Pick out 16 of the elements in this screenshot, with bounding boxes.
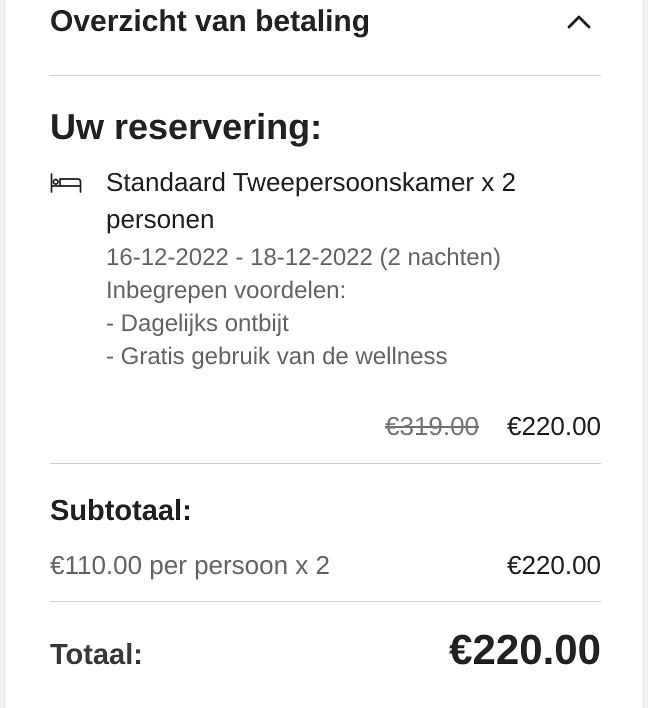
subtotal-heading: Subtotaal: [50,494,193,528]
detail-line: 16-12-2022 - 18-12-2022 (2 nachten) [106,243,502,273]
total-label: Totaal: [50,638,143,673]
detail-line: - Dagelijks ontbijt [106,309,290,339]
room-name: Standaard Tweepersoonskamer x 2 personen [106,166,517,236]
chevron-icon[interactable] [567,15,591,29]
price-breakdown: €110.00 per persoon x 2 [50,549,330,581]
detail-line: - Gratis gebruik van de wellness [106,342,448,372]
panel-title: Overzicht van betaling [50,4,370,40]
total-amount: €220.00 [449,625,601,675]
original-price: €319.00 [385,410,480,442]
detail-line: Inbegrepen voordelen: [106,276,348,306]
subtotal-amount: €220.00 [507,549,601,581]
section-heading: Uw reservering: [50,107,324,147]
room-price: €220.00 [507,410,601,442]
bed-icon [50,173,82,193]
